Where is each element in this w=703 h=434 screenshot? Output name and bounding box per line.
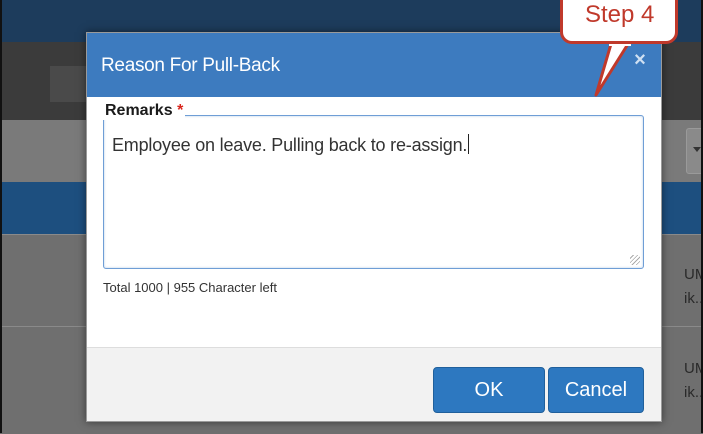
resize-grip-icon[interactable] (630, 255, 640, 265)
ok-button[interactable]: OK (433, 367, 545, 413)
step-callout: Step 4 (560, 0, 678, 44)
pull-back-dialog: Reason For Pull-Back × Remarks * Employe… (86, 32, 662, 422)
text-caret (468, 134, 470, 154)
frame-border-left (0, 0, 2, 433)
callout-label: Step 4 (585, 1, 655, 28)
dialog-footer: OK Cancel (87, 347, 661, 421)
close-icon[interactable]: × (630, 50, 650, 70)
remarks-value: Employee on leave. Pulling back to re-as… (112, 134, 470, 156)
remarks-value-text: Employee on leave. Pulling back to re-as… (112, 135, 468, 155)
dialog-title: Reason For Pull-Back (101, 55, 280, 76)
remarks-label-text: Remarks (105, 102, 173, 119)
required-marker: * (177, 102, 184, 119)
toolbar-button[interactable] (50, 66, 90, 102)
character-counter: Total 1000 | 955 Character left (103, 280, 277, 295)
cancel-button[interactable]: Cancel (548, 367, 644, 413)
remarks-label: Remarks * (103, 102, 186, 120)
remarks-textarea[interactable]: Employee on leave. Pulling back to re-as… (103, 115, 644, 269)
